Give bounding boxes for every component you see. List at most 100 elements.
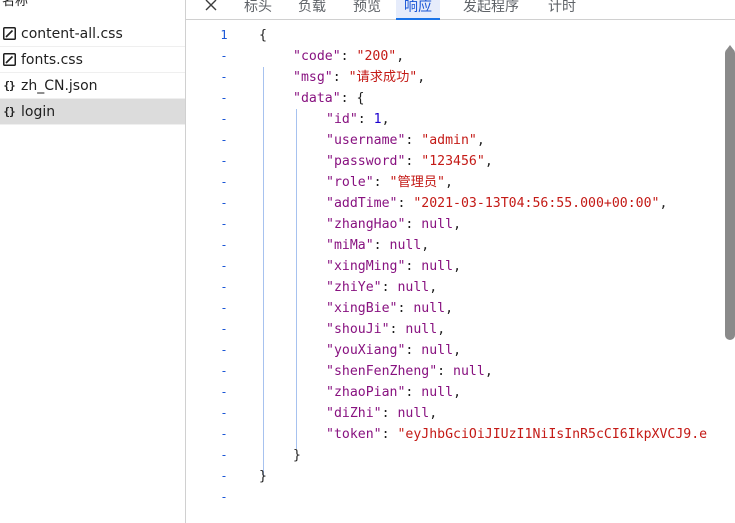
json-key: "role" xyxy=(326,175,374,190)
tab-preview[interactable]: 预览 xyxy=(351,0,383,20)
code-line: } xyxy=(293,445,301,466)
json-key: "zhangHao" xyxy=(326,217,406,232)
json-null: null xyxy=(421,343,454,358)
json-key: "addTime" xyxy=(326,196,398,211)
fold-marker[interactable]: - xyxy=(216,151,232,172)
json-null: null xyxy=(397,280,430,295)
json-key: "id" xyxy=(326,112,358,127)
fold-marker[interactable]: - xyxy=(216,277,232,298)
fold-marker[interactable]: - xyxy=(216,424,232,445)
code-line: "shouJi": null, xyxy=(326,322,446,337)
json-null: null xyxy=(421,217,454,232)
file-item-label: login xyxy=(21,103,56,120)
tab-payload[interactable]: 负载 xyxy=(296,0,328,20)
response-code-viewer[interactable]: 1 - - - - - - - - - - - - - - - - - - - … xyxy=(186,21,735,523)
code-line: "zhangHao": null, xyxy=(326,217,462,232)
json-file-icon: {} xyxy=(3,105,15,118)
tab-initiator[interactable]: 发起程序 xyxy=(461,0,521,20)
fold-marker[interactable]: - xyxy=(216,382,232,403)
fold-marker[interactable]: - xyxy=(216,109,232,130)
fold-marker[interactable]: - xyxy=(216,319,232,340)
json-key: "token" xyxy=(326,427,382,442)
code-line: "miMa": null, xyxy=(326,238,430,253)
indent-guide xyxy=(263,67,264,477)
fold-marker[interactable]: - xyxy=(216,88,232,109)
json-key: "miMa" xyxy=(326,238,374,253)
json-string: "管理员" xyxy=(389,175,445,190)
scroll-up-arrow-icon[interactable] xyxy=(726,36,734,49)
json-key: "zhaoPian" xyxy=(326,385,406,400)
code-line: "code": "200", xyxy=(293,49,405,64)
details-tab-bar: 标头 负载 预览 响应 发起程序 计时 xyxy=(186,0,735,20)
file-item-label: fonts.css xyxy=(21,51,83,68)
code-line: } xyxy=(259,466,267,487)
json-key: "password" xyxy=(326,154,406,169)
file-item-label: zh_CN.json xyxy=(21,77,98,94)
json-null: null xyxy=(389,238,422,253)
tab-response[interactable]: 响应 xyxy=(396,0,440,20)
code-line: "addTime": "2021-03-13T04:56:55.000+00:0… xyxy=(326,196,668,211)
name-column-header[interactable]: 名称 xyxy=(0,0,186,12)
tab-headers[interactable]: 标头 xyxy=(242,0,274,20)
css-file-icon xyxy=(2,53,16,67)
fold-marker[interactable]: - xyxy=(216,298,232,319)
json-null: null xyxy=(421,385,454,400)
code-line: "shenFenZheng": null, xyxy=(326,364,493,379)
fold-marker[interactable]: - xyxy=(216,340,232,361)
json-string: "eyJhbGciOiJIUzI1NiIsInR5cCI6IkpXVCJ9.e xyxy=(397,427,708,442)
code-line: { xyxy=(259,25,267,46)
code-line: "username": "admin", xyxy=(326,133,485,148)
indent-guide xyxy=(296,109,297,449)
json-brace: } xyxy=(259,469,267,484)
json-key: "xingBie" xyxy=(326,301,398,316)
fold-marker[interactable]: - xyxy=(216,67,232,88)
code-line: "password": "123456", xyxy=(326,154,493,169)
fold-marker[interactable]: - xyxy=(216,403,232,424)
code-line: "role": "管理员", xyxy=(326,175,453,190)
json-key: "data" xyxy=(293,91,341,106)
file-item-label: content-all.css xyxy=(21,25,123,42)
json-brace: { xyxy=(259,28,267,43)
fold-marker[interactable]: - xyxy=(216,256,232,277)
code-line: "zhiYe": null, xyxy=(326,280,438,295)
fold-marker[interactable]: - xyxy=(216,466,232,487)
json-key: "msg" xyxy=(293,70,333,85)
json-string: "200" xyxy=(356,49,397,64)
fold-marker[interactable]: - xyxy=(216,235,232,256)
file-item-fonts-css[interactable]: fonts.css xyxy=(0,47,185,73)
json-string: "请求成功" xyxy=(348,70,418,85)
fold-marker[interactable]: - xyxy=(216,487,232,508)
tab-timing[interactable]: 计时 xyxy=(546,0,578,20)
code-line: "token": "eyJhbGciOiJIUzI1NiIsInR5cCI6Ik… xyxy=(326,427,708,442)
request-list-panel: 名称 content-all.css fonts.css {} zh_CN.js… xyxy=(0,0,186,523)
line-number[interactable]: 1 xyxy=(216,25,232,46)
file-item-content-all-css[interactable]: content-all.css xyxy=(0,21,185,47)
file-item-login[interactable]: {} login xyxy=(0,99,185,125)
vertical-scrollbar[interactable] xyxy=(725,48,735,340)
json-number: 1 xyxy=(373,112,382,127)
fold-marker[interactable]: - xyxy=(216,172,232,193)
fold-marker[interactable]: - xyxy=(216,193,232,214)
json-null: null xyxy=(421,259,454,274)
json-string: "123456" xyxy=(421,154,485,169)
json-brace: } xyxy=(293,448,301,463)
fold-marker[interactable]: - xyxy=(216,46,232,67)
json-key: "zhiYe" xyxy=(326,280,382,295)
json-key: "xingMing" xyxy=(326,259,406,274)
fold-marker[interactable]: - xyxy=(216,445,232,466)
json-key: "youXiang" xyxy=(326,343,406,358)
file-item-zh-cn-json[interactable]: {} zh_CN.json xyxy=(0,73,185,99)
json-null: null xyxy=(453,364,485,379)
json-key: "shenFenZheng" xyxy=(326,364,438,379)
fold-marker[interactable]: - xyxy=(216,214,232,235)
json-string: "2021-03-13T04:56:55.000+00:00" xyxy=(413,196,660,211)
close-icon[interactable] xyxy=(203,0,219,13)
json-file-icon: {} xyxy=(3,79,15,92)
json-null: null xyxy=(397,406,430,421)
fold-marker[interactable]: - xyxy=(216,130,232,151)
json-string: "admin" xyxy=(421,133,477,148)
fold-marker[interactable]: - xyxy=(216,361,232,382)
code-line: "id": 1, xyxy=(326,112,390,127)
json-null: null xyxy=(405,322,438,337)
json-null: null xyxy=(413,301,446,316)
